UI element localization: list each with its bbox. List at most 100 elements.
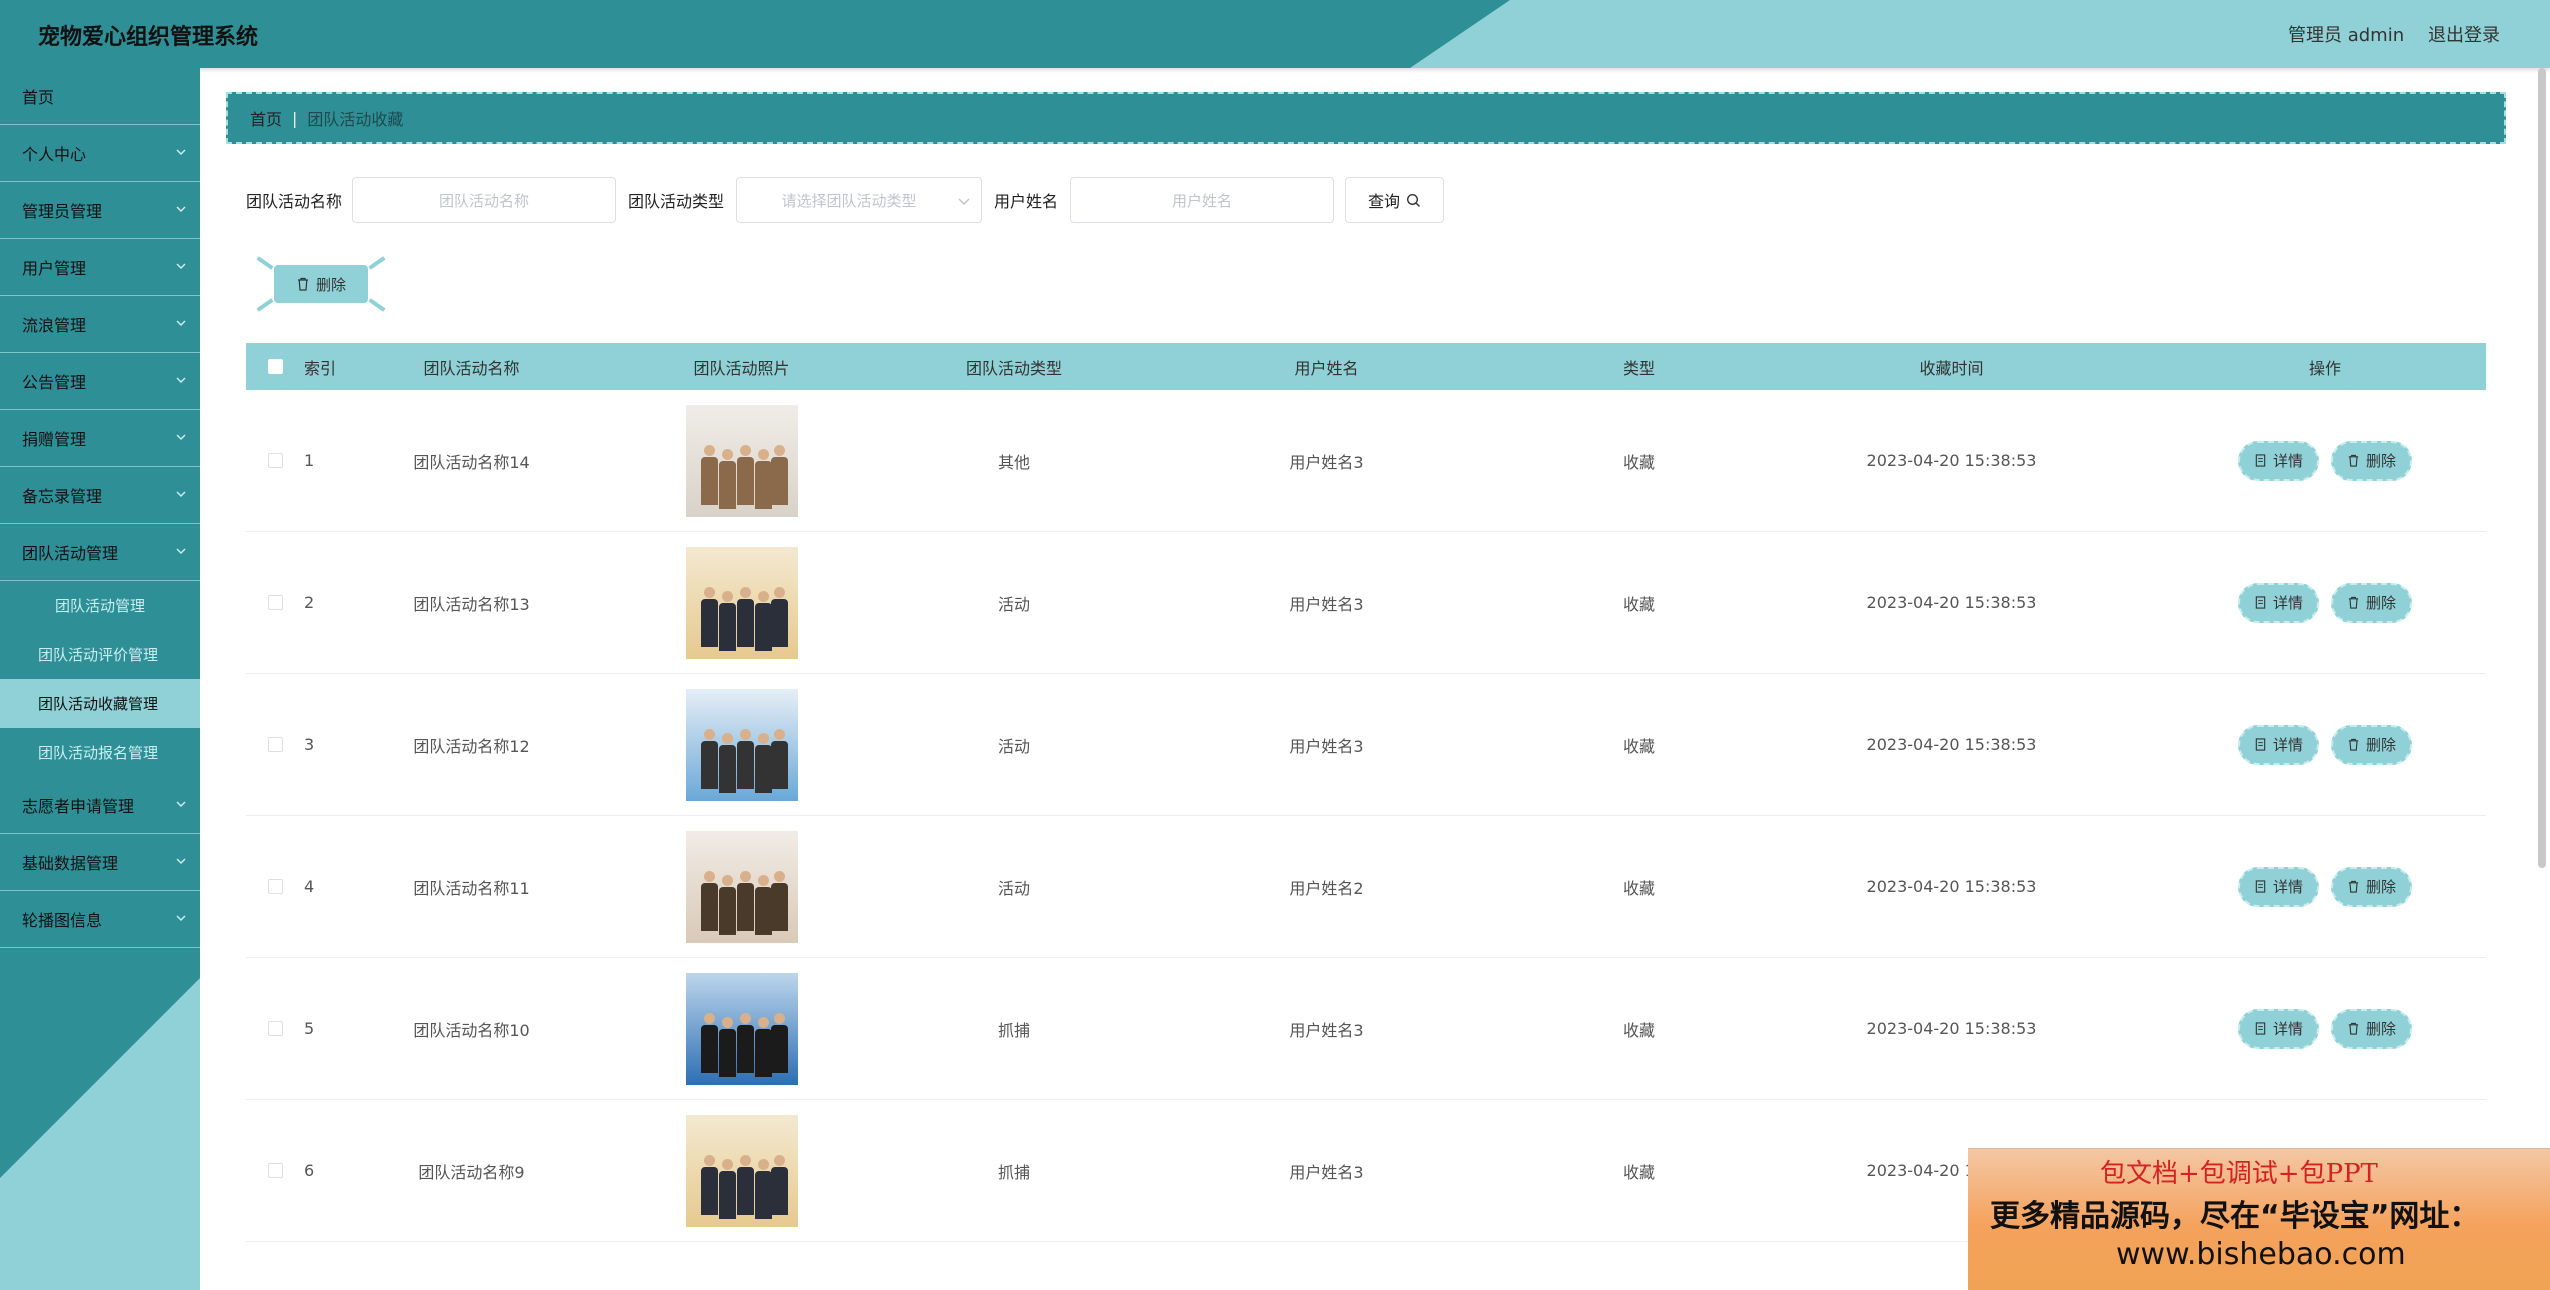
cell-index: 4	[304, 877, 315, 896]
activity-photo	[685, 688, 798, 801]
cell-kind: 收藏	[1622, 594, 1655, 614]
row-delete-button[interactable]: 删除	[2331, 1008, 2413, 1049]
corner-decoration	[256, 256, 274, 270]
row-delete-button[interactable]: 删除	[2331, 582, 2413, 623]
detail-button[interactable]: 详情	[2237, 440, 2319, 481]
logout-link[interactable]: 退出登录	[2428, 21, 2500, 47]
sidebar-subitem[interactable]: 团队活动管理	[0, 581, 200, 630]
breadcrumb: 首页 | 团队活动收藏	[226, 92, 2506, 144]
search-bar: 团队活动名称 团队活动名称 团队活动类型 请选择团队活动类型 用户姓名 用户姓名…	[246, 177, 1445, 223]
detail-button[interactable]: 详情	[2237, 724, 2319, 765]
sidebar-subitem[interactable]: 团队活动报名管理	[0, 728, 200, 777]
chevron-down-icon	[176, 801, 186, 807]
trash-icon	[2348, 880, 2359, 893]
cell-activity-name: 团队活动名称10	[413, 1020, 530, 1040]
sidebar-item[interactable]: 团队活动管理	[0, 524, 200, 581]
trash-icon	[2348, 596, 2359, 609]
activity-name-input[interactable]: 团队活动名称	[352, 177, 617, 223]
row-checkbox[interactable]	[267, 1021, 283, 1036]
activity-type-select[interactable]: 请选择团队活动类型	[736, 177, 983, 223]
table-row: 5 团队活动名称10 抓捕 用户姓名3 收藏 2023-04-20 15:38:53 详情 删…	[246, 958, 2486, 1100]
document-icon	[2255, 1022, 2266, 1035]
sidebar-item[interactable]: 捐赠管理	[0, 410, 200, 467]
table-row: 2 团队活动名称13 活动 用户姓名3 收藏 2023-04-20 15:38:53 详情 删…	[246, 532, 2486, 674]
user-name-label: 用户姓名	[994, 192, 1059, 211]
cell-user-name: 用户姓名3	[1289, 594, 1364, 614]
activity-type-placeholder: 请选择团队活动类型	[781, 191, 917, 210]
cell-index: 5	[304, 1019, 315, 1038]
row-checkbox[interactable]	[267, 595, 283, 610]
sidebar-item-label: 首页	[22, 88, 55, 107]
breadcrumb-separator: |	[292, 108, 298, 128]
column-header-ops: 操作	[2308, 358, 2341, 378]
sidebar-item-label: 备忘录管理	[22, 487, 103, 506]
document-icon	[2255, 880, 2266, 893]
sidebar-item[interactable]: 用户管理	[0, 239, 200, 296]
promo-line-1: 包文档+包调试+包PPT	[2100, 1159, 2378, 1189]
cell-activity-type: 活动	[997, 594, 1030, 614]
row-delete-button[interactable]: 删除	[2331, 724, 2413, 765]
document-icon	[2255, 596, 2266, 609]
sidebar-item[interactable]: 轮播图信息	[0, 891, 200, 948]
query-button[interactable]: 查询	[1345, 177, 1445, 223]
cell-favorite-time: 2023-04-20 15:38:53	[1866, 1019, 2037, 1038]
cell-index: 1	[304, 451, 315, 470]
detail-button[interactable]: 详情	[2237, 1008, 2319, 1049]
sidebar-item[interactable]: 公告管理	[0, 353, 200, 410]
user-name-placeholder: 用户姓名	[1172, 191, 1233, 210]
chevron-down-icon	[176, 858, 186, 864]
cell-kind: 收藏	[1622, 452, 1655, 472]
page-scrollbar[interactable]	[2536, 68, 2548, 868]
cell-activity-type: 抓捕	[997, 1020, 1030, 1040]
cell-user-name: 用户姓名2	[1289, 878, 1364, 898]
cell-kind: 收藏	[1622, 736, 1655, 756]
chevron-down-icon	[958, 198, 970, 206]
sidebar-item[interactable]: 个人中心	[0, 125, 200, 182]
batch-delete-label: 删除	[315, 275, 346, 294]
row-checkbox[interactable]	[267, 1163, 283, 1178]
cell-favorite-time: 2023-04-20 15:38:53	[1866, 877, 2037, 896]
sidebar-item-label: 用户管理	[22, 259, 87, 278]
row-checkbox[interactable]	[267, 453, 283, 468]
corner-decoration	[368, 256, 386, 270]
cell-favorite-time: 2023-04-20 15:38:53	[1866, 593, 2037, 612]
user-name-input[interactable]: 用户姓名	[1070, 177, 1335, 223]
row-delete-button[interactable]: 删除	[2331, 866, 2413, 907]
chevron-down-icon	[176, 377, 186, 383]
sidebar-item[interactable]: 流浪管理	[0, 296, 200, 353]
sidebar-item[interactable]: 首页	[0, 68, 200, 125]
chevron-down-icon	[176, 434, 186, 440]
chevron-down-icon	[176, 149, 186, 155]
batch-delete-button[interactable]: 删除	[274, 265, 368, 303]
chevron-down-icon	[176, 548, 186, 554]
detail-button[interactable]: 详情	[2237, 582, 2319, 623]
scrollbar-thumb[interactable]	[2538, 68, 2546, 868]
corner-decoration	[368, 298, 386, 312]
sidebar-item-label: 团队活动管理	[22, 544, 119, 563]
sidebar-item[interactable]: 基础数据管理	[0, 834, 200, 891]
sidebar-item[interactable]: 备忘录管理	[0, 467, 200, 524]
activity-photo	[685, 972, 798, 1085]
cell-kind: 收藏	[1622, 1020, 1655, 1040]
promo-line-2: 更多精品源码，尽在“毕设宝”网址：	[1990, 1199, 2480, 1234]
column-header-time: 收藏时间	[1919, 358, 1984, 378]
sidebar-item-label: 志愿者申请管理	[22, 797, 135, 816]
trash-icon	[2348, 454, 2359, 467]
activity-photo	[685, 404, 798, 517]
cell-activity-name: 团队活动名称9	[418, 1162, 525, 1182]
cell-index: 6	[304, 1161, 315, 1180]
cell-kind: 收藏	[1622, 878, 1655, 898]
row-delete-label: 删除	[2366, 594, 2397, 612]
row-checkbox[interactable]	[267, 879, 283, 894]
detail-button[interactable]: 详情	[2237, 866, 2319, 907]
sidebar-subitem[interactable]: 团队活动收藏管理	[0, 679, 200, 728]
sidebar-item-label: 轮播图信息	[22, 911, 103, 930]
row-delete-button[interactable]: 删除	[2331, 440, 2413, 481]
sidebar-subitem[interactable]: 团队活动评价管理	[0, 630, 200, 679]
cell-activity-name: 团队活动名称13	[413, 594, 530, 614]
sidebar-item[interactable]: 志愿者申请管理	[0, 777, 200, 834]
breadcrumb-home[interactable]: 首页	[250, 106, 282, 130]
select-all-checkbox[interactable]	[267, 359, 283, 374]
sidebar-item[interactable]: 管理员管理	[0, 182, 200, 239]
row-checkbox[interactable]	[267, 737, 283, 752]
